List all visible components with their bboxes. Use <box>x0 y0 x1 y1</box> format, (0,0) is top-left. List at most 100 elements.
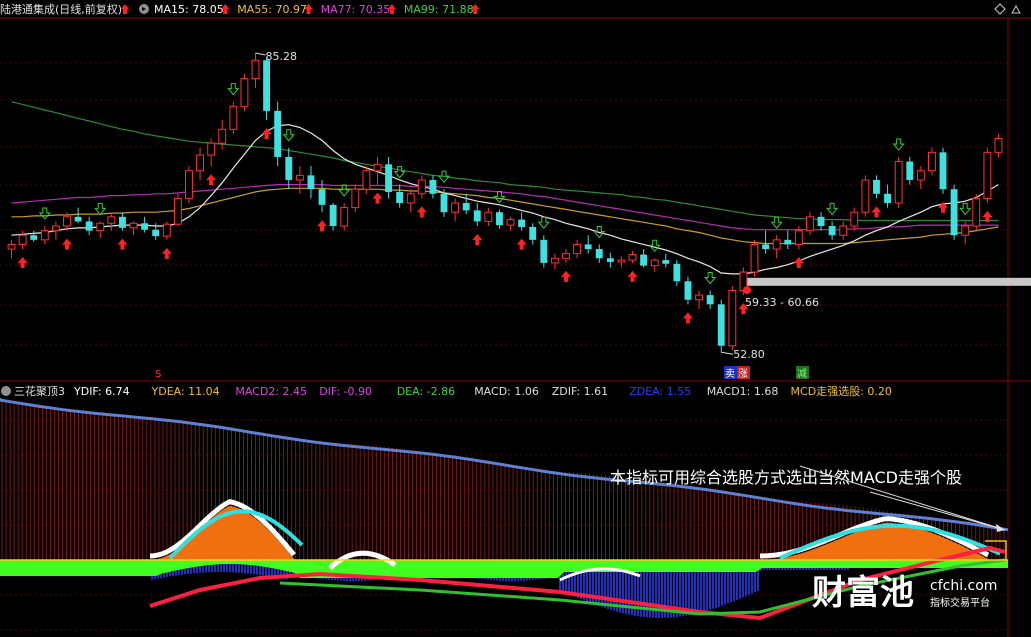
candle-body <box>617 259 626 263</box>
candle-body <box>850 211 859 227</box>
candle-body <box>63 216 71 227</box>
buy-arrow-icon <box>682 312 693 324</box>
chart-title: 陆港通集成(日线,前复权) <box>0 2 122 16</box>
candle-body <box>916 170 925 181</box>
candle-body <box>74 216 82 222</box>
candle-body <box>550 257 559 264</box>
candle-body <box>385 164 393 192</box>
candle-body <box>750 243 759 273</box>
candle-body <box>152 229 160 237</box>
candle-body <box>85 221 93 231</box>
sell-arrow-icon <box>282 129 295 142</box>
sell-arrow-icon <box>493 190 506 204</box>
candle-body <box>40 230 49 241</box>
price-and-indicator-chart[interactable]: 85.28 52.80 59.33 - 60.66 S 卖涨 减 陆港通集成(日线,前复权)… <box>0 0 1031 637</box>
sell-arrow-icon <box>648 239 661 253</box>
candle-body <box>185 170 193 199</box>
indicator-value-7: ZDEA: 1.55 <box>629 385 691 398</box>
price-level-band <box>745 277 1031 286</box>
sell-marker: 卖 <box>725 368 735 380</box>
candle-body <box>440 193 448 213</box>
triangle-icon <box>1011 4 1021 14</box>
sell-arrow-icon <box>393 166 406 179</box>
candle-body <box>295 174 304 181</box>
high-pointer <box>255 52 266 56</box>
candle-body <box>540 239 548 263</box>
annotation-text: 本指标可用综合选股方式选出当然MACD走强个股 <box>610 468 962 487</box>
ma-legend-1: MA55: 70.97 <box>237 3 307 16</box>
indicator-value-2: MACD2: 2.45 <box>235 385 307 398</box>
indicator-value-0: YDIF: 6.74 <box>73 385 130 398</box>
candle-body <box>906 161 914 180</box>
indicator-value-8: MACD1: 1.68 <box>707 385 779 398</box>
candle-body <box>107 216 116 224</box>
candle-body <box>806 216 814 232</box>
candle-body <box>772 239 781 250</box>
candle-body <box>673 263 681 282</box>
watermark-tagline: 指标交易平台 <box>930 596 990 609</box>
reduce-marker: 减 <box>797 368 807 380</box>
buy-arrow-icon <box>17 257 28 269</box>
candle-body <box>717 304 725 346</box>
buy-arrow-icon <box>793 257 804 269</box>
sell-arrow-icon <box>94 202 107 216</box>
candle-body <box>30 235 38 240</box>
candle-body <box>340 207 349 227</box>
candle-body <box>972 197 981 227</box>
candle-body <box>606 258 614 262</box>
candle-body <box>562 253 570 259</box>
candle-body <box>884 193 892 203</box>
sell-arrow-icon <box>227 83 240 96</box>
sell-arrow-icon <box>826 202 839 216</box>
candle-body <box>762 244 770 250</box>
candle-body <box>706 295 714 305</box>
candle-body <box>506 219 515 226</box>
candle-body <box>173 197 182 225</box>
candle-body <box>196 154 204 172</box>
low-pointer <box>721 351 734 355</box>
ma99-line <box>11 101 999 222</box>
watermark-domain: cfchi.com <box>930 578 997 594</box>
candle-body <box>961 225 970 236</box>
candle-body <box>229 105 238 130</box>
candle-body <box>784 239 792 245</box>
candle-body <box>162 223 171 237</box>
candle-body <box>141 223 149 230</box>
candle-body <box>584 244 592 250</box>
buy-arrow-icon <box>206 174 217 186</box>
candle-body <box>684 281 692 300</box>
candle-body <box>240 78 249 107</box>
candle-body <box>927 151 936 172</box>
candle-body <box>496 212 503 226</box>
indicator-settings-icon <box>1 386 11 396</box>
sell-arrow-icon <box>704 272 717 285</box>
candle-body <box>861 179 870 213</box>
candle-body <box>662 260 670 264</box>
candle-body <box>794 230 803 245</box>
chart-window: 85.28 52.80 59.33 - 60.66 S 卖涨 减 陆港通集成(日线,前复权)… <box>0 0 1031 637</box>
candle-body <box>373 163 382 172</box>
range-label: 59.33 - 60.66 <box>745 296 819 309</box>
candle-body <box>251 59 260 80</box>
candle-body <box>406 193 415 204</box>
candle-body <box>96 222 105 232</box>
indicator-value-4: DEA: -2.86 <box>397 385 455 398</box>
s-marker: S <box>155 369 161 380</box>
candle-body <box>484 211 493 222</box>
diamond-icon <box>994 3 1006 15</box>
candle-body <box>263 60 271 111</box>
ma-legend-0: MA15: 78.05 <box>154 3 224 16</box>
sell-arrow-icon <box>959 202 972 216</box>
candle-body <box>129 222 138 229</box>
candle-body <box>640 254 648 266</box>
watermark-brand: 财富池 <box>812 573 914 613</box>
indicator-value-1: YDEA: 11.04 <box>151 385 220 398</box>
candle-body <box>939 152 947 190</box>
candle-body <box>462 203 470 211</box>
candle-body <box>362 170 371 190</box>
high-price-label: 85.28 <box>266 50 298 63</box>
candle-body <box>817 216 825 227</box>
candle-body <box>894 161 903 204</box>
buy-arrow-icon <box>372 192 383 204</box>
candle-body <box>7 243 16 250</box>
